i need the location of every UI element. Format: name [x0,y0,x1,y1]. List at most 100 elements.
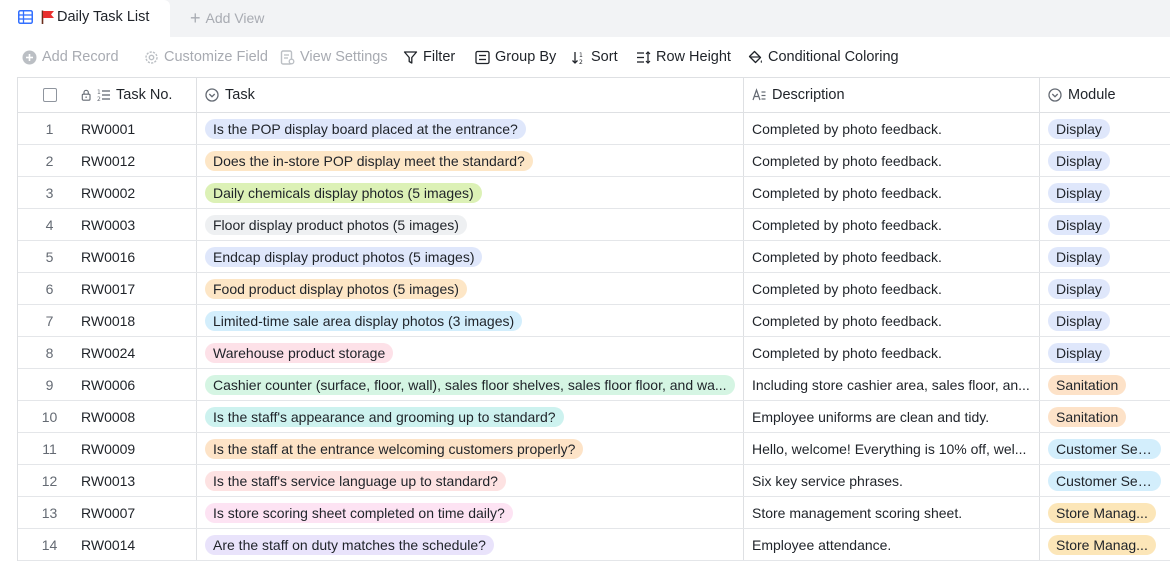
module-cell[interactable]: Customer Ser... [1040,433,1170,464]
view-settings-button[interactable]: View Settings [280,48,388,66]
description-cell[interactable]: Completed by photo feedback. [744,337,1040,368]
module-cell[interactable]: Display [1040,177,1170,208]
description-cell[interactable]: Completed by photo feedback. [744,209,1040,240]
customize-field-label: Customize Field [164,49,268,65]
module-cell[interactable]: Display [1040,113,1170,144]
description-cell[interactable]: Including store cashier area, sales floo… [744,369,1040,400]
table-row[interactable]: 14 RW0014 Are the staff on duty matches th… [18,529,1170,561]
add-view-button[interactable]: + Add View [190,9,264,27]
task-cell[interactable]: Does the in-store POP display meet the s… [197,145,744,176]
table-row[interactable]: 13 RW0007 Is store scoring sheet completed… [18,497,1170,529]
module-cell[interactable]: Customer Ser... [1040,465,1170,496]
sort-label: Sort [591,49,618,65]
task-cell[interactable]: Limited-time sale area display photos (3… [197,305,744,336]
task-cell[interactable]: Is store scoring sheet completed on time… [197,497,744,528]
module-tag: Display [1048,182,1110,203]
task-no-cell[interactable]: RW0002 [81,177,197,208]
task-no-cell[interactable]: RW0003 [81,209,197,240]
description-cell[interactable]: Completed by photo feedback. [744,113,1040,144]
description-cell[interactable]: Completed by photo feedback. [744,273,1040,304]
row-height-button[interactable]: Row Height [636,48,731,66]
module-cell[interactable]: Sanitation [1040,369,1170,400]
task-no-text: RW0024 [81,344,136,361]
table-row[interactable]: 5 RW0016 Endcap display product photos (5 … [18,241,1170,273]
table-row[interactable]: 1 RW0001 Is the POP display board placed a… [18,113,1170,145]
module-cell[interactable]: Store Manag... [1040,497,1170,528]
description-cell[interactable]: Employee attendance. [744,529,1040,560]
task-cell[interactable]: Warehouse product storage [197,337,744,368]
table-row[interactable]: 6 RW0017 Food product display photos (5 im… [18,273,1170,305]
task-cell[interactable]: Floor display product photos (5 images) [197,209,744,240]
description-cell[interactable]: Completed by photo feedback. [744,145,1040,176]
module-cell[interactable]: Display [1040,145,1170,176]
task-cell[interactable]: Is the staff's appearance and grooming u… [197,401,744,432]
module-cell[interactable]: Store Manag... [1040,529,1170,560]
table-row[interactable]: 12 RW0013 Is the staff's service language … [18,465,1170,497]
filter-icon [403,50,418,64]
task-no-cell[interactable]: RW0009 [81,433,197,464]
task-cell[interactable]: Food product display photos (5 images) [197,273,744,304]
module-tag: Sanitation [1048,406,1127,427]
header-task-no[interactable]: 1 2 Task No. [81,78,197,112]
task-no-cell[interactable]: RW0001 [81,113,197,144]
customize-field-button[interactable]: Customize Field [144,48,268,66]
select-all-checkbox[interactable] [42,88,57,102]
table-row[interactable]: 2 RW0012 Does the in-store POP display mee… [18,145,1170,177]
task-cell[interactable]: Endcap display product photos (5 images) [197,241,744,272]
task-no-text: RW0016 [81,248,136,265]
task-cell[interactable]: Daily chemicals display photos (5 images… [197,177,744,208]
task-cell[interactable]: Are the staff on duty matches the schedu… [197,529,744,560]
sort-button[interactable]: 1 2 Sort [571,48,618,66]
task-no-cell[interactable]: RW0012 [81,145,197,176]
conditional-coloring-button[interactable]: Conditional Coloring [748,48,899,66]
description-cell[interactable]: Six key service phrases. [744,465,1040,496]
description-cell[interactable]: Completed by photo feedback. [744,241,1040,272]
table-row[interactable]: 7 RW0018 Limited-time sale area display ph… [18,305,1170,337]
task-no-cell[interactable]: RW0006 [81,369,197,400]
module-cell[interactable]: Sanitation [1040,401,1170,432]
task-tag: Warehouse product storage [205,342,394,363]
description-cell[interactable]: Hello, welcome! Everything is 10% off, w… [744,433,1040,464]
task-no-cell[interactable]: RW0008 [81,401,197,432]
table-row[interactable]: 10 RW0008 Is the staff's appearance and gr… [18,401,1170,433]
table-row[interactable]: 11 RW0009 Is the staff at the entrance wel… [18,433,1170,465]
description-text: Completed by photo feedback. [752,120,942,137]
description-cell[interactable]: Completed by photo feedback. [744,177,1040,208]
filter-button[interactable]: Filter [403,48,455,66]
header-module[interactable]: Module [1040,78,1170,112]
task-no-cell[interactable]: RW0017 [81,273,197,304]
tab-daily-task-list[interactable]: Daily Task List [0,0,170,37]
table-row[interactable]: 8 RW0024 Warehouse product storage Complete… [18,337,1170,369]
task-no-cell[interactable]: RW0018 [81,305,197,336]
table-row[interactable]: 9 RW0006 Cashier counter (surface, floor, … [18,369,1170,401]
task-cell[interactable]: Is the staff's service language up to st… [197,465,744,496]
task-cell[interactable]: Cashier counter (surface, floor, wall), … [197,369,744,400]
header-description[interactable]: Description [744,78,1040,112]
module-cell[interactable]: Display [1040,273,1170,304]
description-cell[interactable]: Store management scoring sheet. [744,497,1040,528]
text-field-icon [752,88,766,101]
module-cell[interactable]: Display [1040,337,1170,368]
task-no-cell[interactable]: RW0013 [81,465,197,496]
header-task[interactable]: Task [197,78,744,112]
task-no-cell[interactable]: RW0016 [81,241,197,272]
task-no-text: RW0018 [81,312,136,329]
table-row[interactable]: 4 RW0003 Floor display product photos (5 i… [18,209,1170,241]
description-cell[interactable]: Employee uniforms are clean and tidy. [744,401,1040,432]
task-cell[interactable]: Is the staff at the entrance welcoming c… [197,433,744,464]
module-cell[interactable]: Display [1040,305,1170,336]
task-cell[interactable]: Is the POP display board placed at the e… [197,113,744,144]
task-no-cell[interactable]: RW0014 [81,529,197,560]
module-cell[interactable]: Display [1040,241,1170,272]
group-by-button[interactable]: Group By [475,48,556,66]
description-cell[interactable]: Completed by photo feedback. [744,305,1040,336]
task-no-cell[interactable]: RW0024 [81,337,197,368]
add-record-button[interactable]: Add Record [22,48,119,66]
module-cell[interactable]: Display [1040,209,1170,240]
table-row[interactable]: 3 RW0002 Daily chemicals display photos (5… [18,177,1170,209]
row-number: 13 [18,497,81,528]
svg-text:1: 1 [97,89,101,96]
row-height-label: Row Height [656,49,731,65]
row-number-text: 2 [45,152,54,169]
task-no-cell[interactable]: RW0007 [81,497,197,528]
